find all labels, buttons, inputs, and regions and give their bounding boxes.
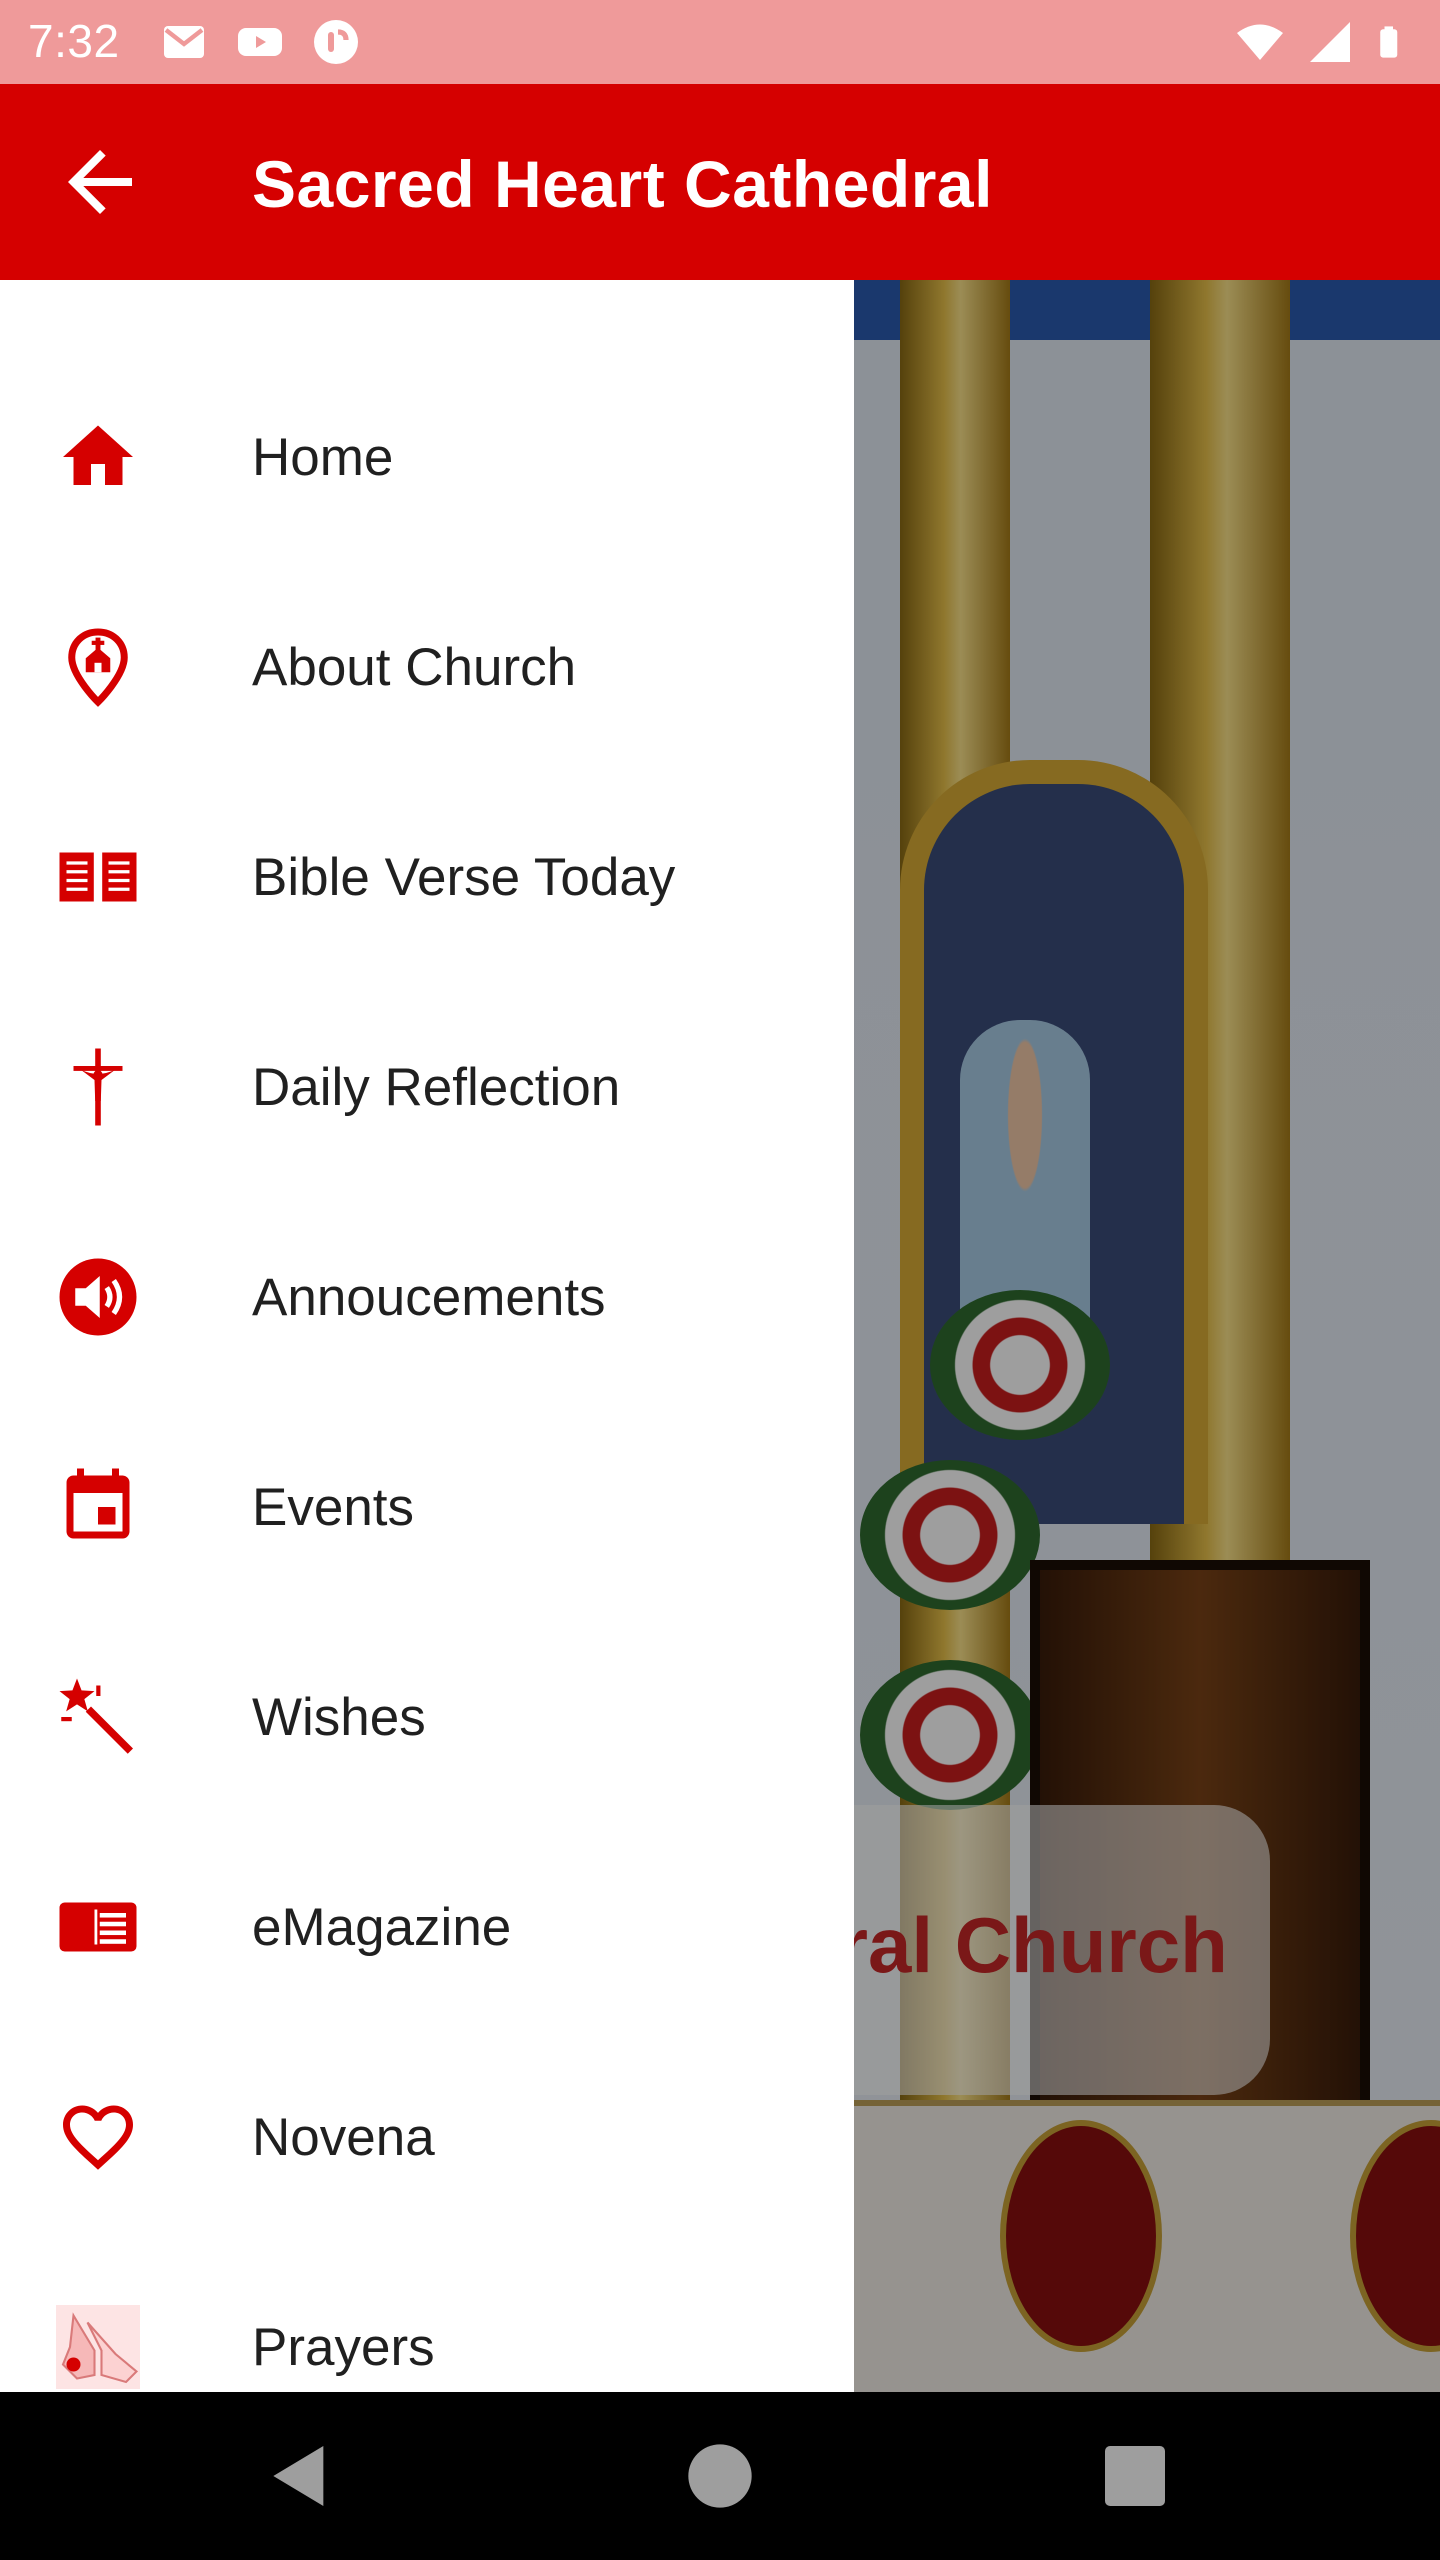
menu-item-announcements[interactable]: Annoucements [0,1192,854,1402]
menu-item-label: Bible Verse Today [252,848,676,907]
back-button[interactable] [52,134,148,230]
menu-item-label: eMagazine [252,1898,512,1957]
menu-item-home[interactable]: Home [0,352,854,562]
magic-wand-icon [56,1675,140,1759]
menu-item-prayers[interactable]: Prayers [0,2242,854,2392]
youtube-icon [238,28,282,56]
navigation-drawer: Home About Church Bible Verse Today Dail… [0,280,854,2392]
menu-item-about-church[interactable]: About Church [0,562,854,772]
status-time: 7:32 [28,15,120,67]
menu-item-label: Annoucements [252,1268,606,1327]
menu-item-daily-reflection[interactable]: Daily Reflection [0,982,854,1192]
open-book-icon [56,835,140,919]
app-bar: Sacred Heart Cathedral [0,84,1440,280]
recents-square-icon[interactable] [1095,2436,1175,2516]
menu-item-label: Wishes [252,1688,426,1747]
wifi-icon [1237,24,1283,60]
battery-icon [1380,26,1398,58]
menu-item-label: Home [252,428,394,487]
crucifix-icon [56,1045,140,1129]
back-triangle-icon[interactable] [260,2436,340,2516]
menu-item-label: Events [252,1478,415,1537]
praying-hands-icon [56,2305,140,2389]
gmail-icon [164,26,204,58]
church-location-icon [56,625,140,709]
menu-item-novena[interactable]: Novena [0,2032,854,2242]
heart-outline-icon [56,2095,140,2179]
menu-item-label: About Church [252,638,577,697]
menu-item-events[interactable]: Events [0,1402,854,1612]
newspaper-icon [56,1885,140,1969]
calendar-icon [56,1465,140,1549]
menu-item-label: Prayers [252,2318,435,2377]
home-icon [56,415,140,499]
system-navigation-bar [0,2392,1440,2560]
menu-item-label: Novena [252,2108,435,2167]
status-bar: 7:32 [0,0,1440,84]
cell-signal-icon [1310,22,1350,62]
menu-item-bible-verse-today[interactable]: Bible Verse Today [0,772,854,982]
menu-item-wishes[interactable]: Wishes [0,1612,854,1822]
arrow-left-icon [68,150,132,214]
page-title: Sacred Heart Cathedral [252,147,993,221]
notification-icons [160,18,360,66]
app-notification-icon [314,20,358,64]
home-circle-icon[interactable] [680,2436,760,2516]
menu-item-label: Daily Reflection [252,1058,621,1117]
speaker-icon [56,1255,140,1339]
menu-item-emagazine[interactable]: eMagazine [0,1822,854,2032]
system-status-icons [1236,18,1410,66]
